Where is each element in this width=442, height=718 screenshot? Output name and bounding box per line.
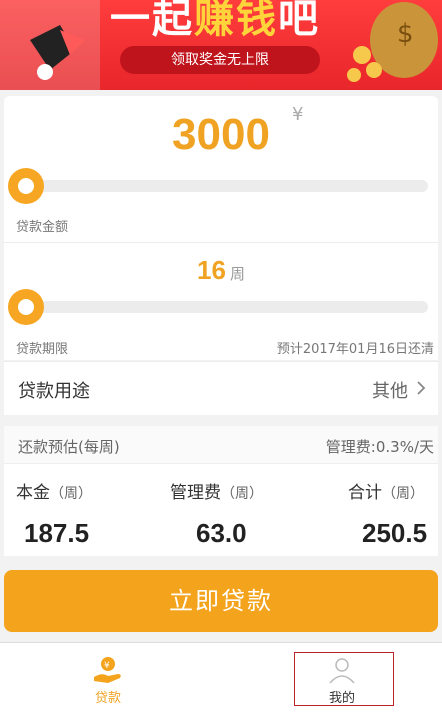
term-label: 贷款期限	[16, 342, 69, 357]
svg-text:¥: ¥	[104, 661, 110, 671]
term-value-row: 16 周	[4, 255, 438, 286]
fee-value: 63.0	[196, 518, 247, 548]
banner-title: 一起赚钱吧	[110, 0, 320, 42]
loan-icon: ¥	[94, 657, 121, 683]
tab-loan-label: 贷款	[94, 691, 121, 706]
term-slider-handle[interactable]	[8, 289, 44, 325]
principal-header: 本金（周）	[16, 483, 92, 503]
amount-card: 3000 ¥ 贷款金额	[4, 96, 438, 242]
apply-loan-button[interactable]: 立即贷款	[4, 570, 438, 632]
due-date-note: 预计2017年01月16日还清	[276, 342, 434, 357]
amount-slider-handle[interactable]	[8, 168, 44, 204]
total-header: 合计（周）	[348, 483, 424, 503]
fee-header: 管理费（周）	[170, 483, 263, 503]
tab-loan[interactable]: ¥ 贷款	[48, 643, 168, 718]
purpose-label: 贷款用途	[18, 381, 90, 402]
estimate-title: 还款预估(每周)	[18, 438, 120, 456]
loan-term-value: 16	[197, 255, 226, 285]
mascot-illustration	[0, 0, 100, 90]
term-slider-track[interactable]	[14, 301, 428, 313]
amount-label: 贷款金额	[16, 220, 69, 235]
amount-slider-track[interactable]	[14, 180, 428, 192]
svg-text:$: $	[397, 19, 414, 49]
estimate-header: 还款预估(每周) 管理费:0.3%/天	[4, 426, 438, 464]
loan-amount-value: 3000	[172, 110, 270, 159]
chevron-right-icon	[417, 381, 426, 395]
management-fee-note: 管理费:0.3%/天	[325, 438, 434, 456]
repayment-estimate-card: 还款预估(每周) 管理费:0.3%/天 本金（周） 管理费（周） 合计（周） 1…	[4, 426, 438, 556]
term-card: 16 周 贷款期限 预计2017年01月16日还清	[4, 242, 438, 360]
banner-pill[interactable]: 领取奖金无上限	[120, 46, 320, 74]
promo-banner[interactable]: 一起赚钱吧 领取奖金无上限 $	[0, 0, 442, 90]
total-value: 250.5	[362, 518, 428, 548]
currency-unit: ¥	[292, 104, 304, 125]
tab-mine-highlight	[294, 652, 394, 706]
money-bag-icon: $	[347, 2, 438, 82]
principal-value: 187.5	[24, 518, 90, 548]
purpose-row[interactable]: 贷款用途 其他	[4, 361, 438, 415]
term-unit: 周	[229, 265, 245, 283]
purpose-value: 其他	[372, 381, 408, 402]
